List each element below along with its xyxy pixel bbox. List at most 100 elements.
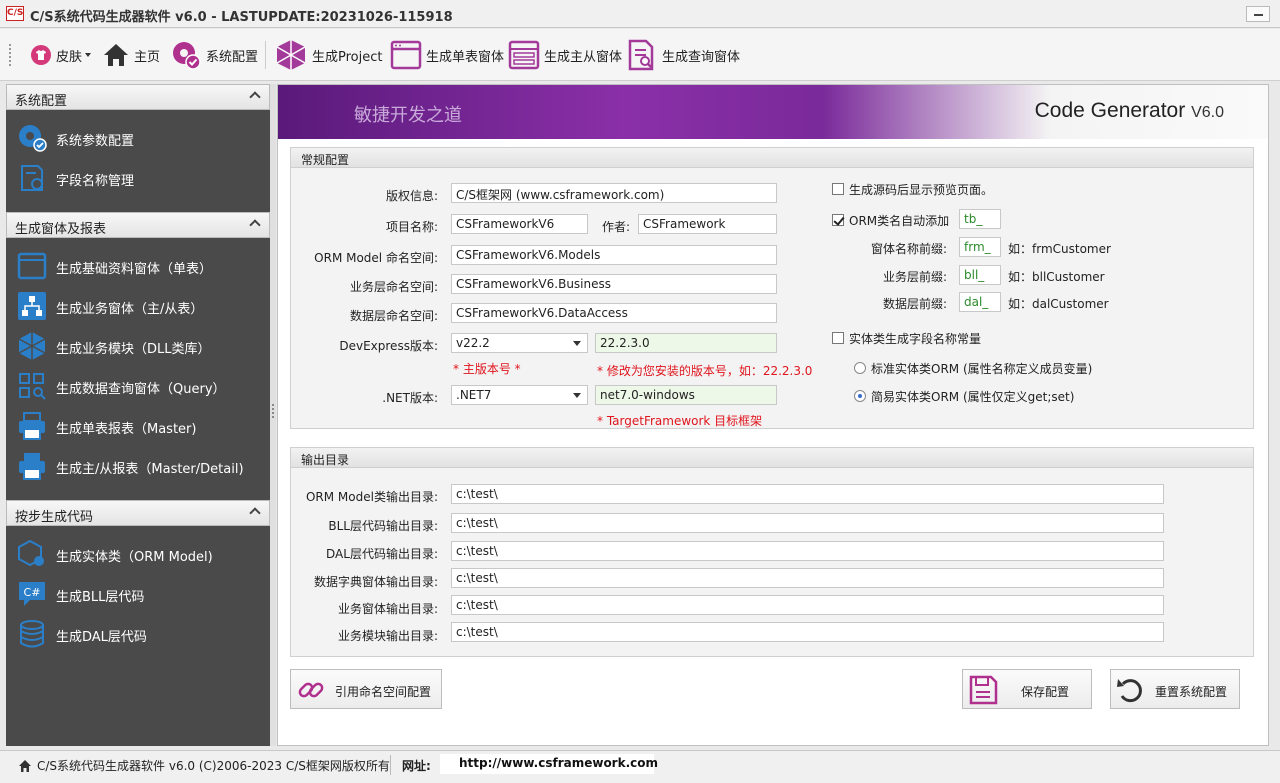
banner-slogan: 敏捷开发之道 — [354, 105, 462, 126]
title-bar: C/S C/S系统代码生成器软件 v6.0 - LASTUPDATE:20231… — [0, 0, 1280, 28]
group-title: 生成窗体及报表 — [15, 222, 107, 237]
gen-project-button[interactable]: 生成Project — [274, 37, 382, 73]
home-icon — [104, 44, 128, 66]
preview-page-checkbox[interactable] — [832, 183, 844, 195]
business-form-output-input[interactable]: c:\test\ — [451, 595, 1164, 615]
section-title: 常规配置 — [291, 148, 1253, 168]
window-title: C/S系统代码生成器软件 v6.0 - LASTUPDATE:20231026-… — [30, 10, 453, 25]
sidebar-item-master-report[interactable]: 生成单表报表（Master) — [6, 406, 270, 446]
cubes-icon — [276, 40, 306, 70]
app-logo-icon: C/S — [6, 6, 24, 21]
banner: 敏捷开发之道 Code Generator V6.0 — [278, 85, 1268, 139]
tshirt-icon — [31, 45, 51, 65]
cube-gear-icon — [18, 539, 44, 567]
sidebar-item-label: 系统参数配置 — [56, 134, 135, 149]
ref-namespace-config-button[interactable]: 引用命名空间配置 — [290, 669, 442, 709]
business-module-output-label: 业务模块输出目录: — [337, 629, 438, 643]
grid-search-icon — [19, 373, 46, 400]
chevron-up-icon — [249, 91, 261, 103]
orm-namespace-input[interactable]: CSFrameworkV6.Models — [451, 245, 777, 265]
project-name-input[interactable]: CSFrameworkV6 — [451, 214, 588, 234]
orm-prefix-input[interactable]: tb_ — [959, 209, 1001, 229]
save-config-button[interactable]: 保存配置 — [962, 669, 1092, 709]
standard-orm-label: 标准实体类ORM (属性名称定义成员变量) — [871, 362, 1093, 376]
devexpress-version-select[interactable]: v22.2 — [451, 333, 588, 353]
entity-const-checkbox[interactable] — [832, 332, 844, 344]
copyright-input[interactable]: C/S框架网 (www.csframework.com) — [451, 183, 777, 203]
svg-text:C#: C# — [24, 586, 41, 599]
author-input[interactable]: CSFramework — [638, 214, 777, 234]
simple-orm-radio[interactable] — [854, 390, 866, 402]
business-module-output-input[interactable]: c:\test\ — [451, 622, 1164, 642]
entity-const-label: 实体类生成字段名称常量 — [849, 332, 982, 346]
dal-output-input[interactable]: c:\test\ — [451, 541, 1164, 561]
orm-prefix-checkbox[interactable] — [832, 214, 844, 226]
window-form-icon — [17, 252, 47, 280]
dal-prefix-input[interactable]: dal_ — [959, 292, 1001, 312]
sidebar-item-label: 生成业务模块（DLL类库） — [56, 342, 211, 357]
group-title: 系统配置 — [15, 94, 68, 109]
gen-query-form-button[interactable]: 生成查询窗体 — [626, 37, 740, 73]
dictionary-output-input[interactable]: c:\test\ — [451, 568, 1164, 588]
home-button[interactable]: 主页 — [102, 37, 160, 73]
form-prefix-input[interactable]: frm_ — [959, 237, 1001, 257]
gen-single-form-button[interactable]: 生成单表窗体 — [390, 37, 504, 73]
sidebar-item-base-form[interactable]: 生成基础资料窗体（单表） — [6, 246, 270, 286]
dal-namespace-label: 数据层命名空间: — [349, 309, 438, 323]
sidebar-item-dal-code[interactable]: 生成DAL层代码 — [6, 614, 270, 654]
sidebar-item-label: 生成单表报表（Master) — [56, 422, 197, 437]
dal-namespace-input[interactable]: CSFrameworkV6.DataAccess — [451, 303, 777, 323]
main-version-note: * 主版本号 * — [453, 362, 521, 376]
window-form-icon — [390, 40, 422, 70]
sidebar-item-master-detail-report[interactable]: 生成主/从报表（Master/Detail) — [6, 446, 270, 486]
sidebar-item-label: 生成DAL层代码 — [56, 630, 147, 645]
reset-config-button[interactable]: 重置系统配置 — [1110, 669, 1240, 709]
brand-version: V6.0 — [1191, 104, 1224, 121]
skin-button[interactable]: 皮肤 — [30, 37, 92, 73]
net-version-select[interactable]: .NET7 — [451, 385, 588, 405]
chevron-up-icon — [249, 219, 261, 231]
toolbar-separator — [265, 41, 266, 69]
sidebar-item-system-params[interactable]: 系统参数配置 — [6, 118, 270, 158]
bll-output-input[interactable]: c:\test\ — [451, 513, 1164, 533]
document-search-icon — [628, 39, 654, 71]
target-framework-input[interactable]: net7.0-windows — [595, 385, 777, 405]
sidebar-group-system-config[interactable]: 系统配置 — [6, 84, 270, 110]
bll-prefix-input[interactable]: bll_ — [959, 265, 1001, 285]
standard-orm-radio[interactable] — [854, 362, 866, 374]
sidebar-item-label: 生成BLL层代码 — [56, 590, 145, 605]
status-url-link[interactable]: http://www.csframework.com — [440, 754, 658, 774]
system-config-label: 系统配置 — [206, 49, 259, 65]
sidebar-item-query-form[interactable]: 生成数据查询窗体（Query） — [6, 366, 270, 406]
net-version-label: .NET版本: — [382, 391, 438, 405]
preview-page-label: 生成源码后显示预览页面。 — [849, 183, 994, 197]
save-icon — [969, 675, 998, 705]
system-config-button[interactable]: 系统配置 — [170, 37, 258, 73]
section-title: 输出目录 — [291, 448, 1253, 468]
simple-orm-label: 简易实体类ORM (属性仅定义get;set) — [871, 390, 1075, 404]
bll-output-label: BLL层代码输出目录: — [328, 519, 438, 533]
toolbar-grip[interactable] — [9, 44, 11, 66]
bll-namespace-input[interactable]: CSFrameworkV6.Business — [451, 274, 777, 294]
reset-icon — [1117, 679, 1142, 703]
form-prefix-example: 如：frmCustomer — [1008, 242, 1111, 256]
sidebar-item-bll-code[interactable]: C# 生成BLL层代码 — [6, 574, 270, 614]
dal-output-label: DAL层代码输出目录: — [326, 547, 438, 561]
devexpress-full-version-input[interactable]: 22.2.3.0 — [595, 333, 777, 353]
minimize-button[interactable] — [1246, 6, 1270, 22]
sidebar-item-business-form[interactable]: 生成业务窗体（主/从表） — [6, 286, 270, 326]
orm-output-label: ORM Model类输出目录: — [305, 490, 438, 504]
sidebar-item-label: 生成实体类（ORM Model) — [56, 550, 213, 565]
orm-output-input[interactable]: c:\test\ — [451, 484, 1164, 504]
sidebar-item-entity-class[interactable]: 生成实体类（ORM Model) — [6, 534, 270, 574]
business-form-output-label: 业务窗体输出目录: — [337, 602, 438, 616]
gen-master-detail-button[interactable]: 生成主从窗体 — [508, 37, 622, 73]
sidebar-group-step-code[interactable]: 按步生成代码 — [6, 500, 270, 526]
sidebar-splitter[interactable] — [270, 84, 276, 746]
sidebar-item-field-names[interactable]: 字段名称管理 — [6, 158, 270, 198]
sidebar-group-forms-reports[interactable]: 生成窗体及报表 — [6, 212, 270, 238]
output-dir-section: 输出目录 ORM Model类输出目录: c:\test\ BLL层代码输出目录… — [290, 447, 1254, 657]
sidebar: 系统配置 系统参数配置 字段名称管理 生成窗体及报表 生成基础资料窗体（单表） … — [6, 84, 270, 746]
sidebar-item-business-module[interactable]: 生成业务模块（DLL类库） — [6, 326, 270, 366]
orm-prefix-label: ORM类名自动添加 — [849, 214, 950, 228]
